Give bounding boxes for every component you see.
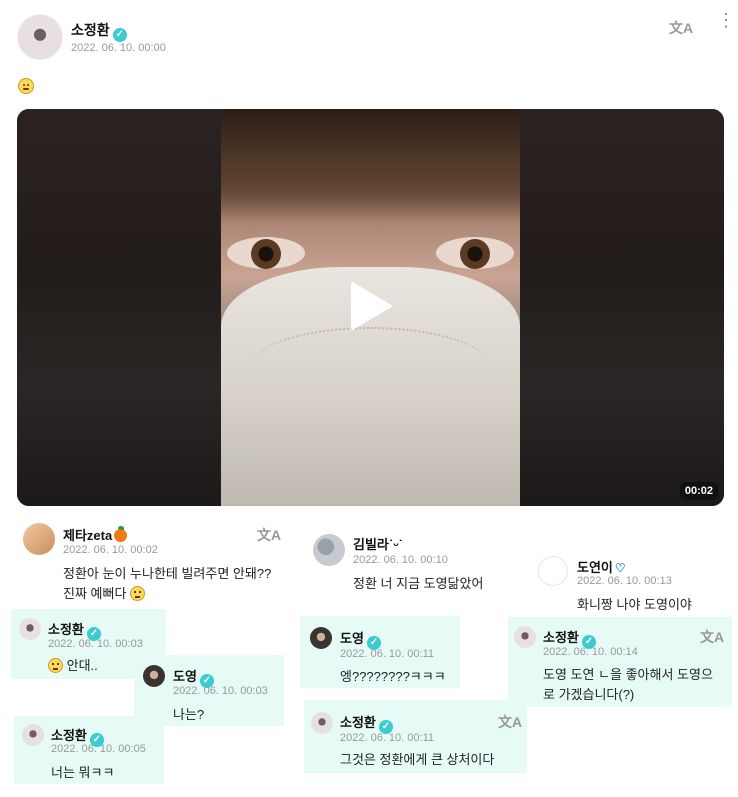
slightly-smiling-face-icon <box>18 78 34 94</box>
commenter-avatar[interactable] <box>538 556 568 586</box>
translate-icon[interactable]: 文A <box>700 627 724 647</box>
comment-item: 제타zeta 文A 2022. 06. 10. 00:02 정환아 눈이 누나한… <box>23 523 303 603</box>
commenter-name-text[interactable]: 제타zeta <box>63 528 112 543</box>
comment-timestamp: 2022. 06. 10. 00:02 <box>63 544 158 556</box>
reply-timestamp: 2022. 06. 10. 00:03 <box>48 638 143 650</box>
replier-avatar[interactable] <box>22 724 44 746</box>
reply-item: 도영 ✓ 2022. 06. 10. 00:11 엥????????ㅋㅋㅋ <box>300 616 460 688</box>
author-name[interactable]: 소정환 ✓ <box>71 20 127 42</box>
post-body <box>18 78 34 99</box>
play-icon[interactable] <box>351 281 393 331</box>
comment-text-line2-text: 진짜 예뻐다 <box>63 586 127 601</box>
comment-item: 김빌라˙ᵕ˙ 2022. 06. 10. 00:10 정환 너 지금 도영닮았어 <box>313 534 533 594</box>
replier-name-text[interactable]: 도영 <box>173 669 197 684</box>
smiling-face-icon <box>130 586 146 601</box>
replier-name-text[interactable]: 소정환 <box>51 728 87 743</box>
replier-name-text[interactable]: 도영 <box>340 631 364 646</box>
reply-item: 소정환 ✓ 2022. 06. 10. 00:05 너는 뭐ㅋㅋ <box>14 716 164 784</box>
reply-item: 소정환 ✓ 文A 2022. 06. 10. 00:14 도영 도연 ㄴ을 좋아해… <box>508 617 732 707</box>
replier-name-text[interactable]: 소정환 <box>48 622 84 637</box>
replier-name-text[interactable]: 소정환 <box>340 715 376 730</box>
reply-timestamp: 2022. 06. 10. 00:03 <box>173 685 268 697</box>
replier-name[interactable]: 도영 ✓ <box>340 628 381 650</box>
commenter-name[interactable]: 도연이 ♡ <box>577 557 626 576</box>
reply-content: 도영 ✓ 2022. 06. 10. 00:11 엥????????ㅋㅋㅋ <box>310 627 458 684</box>
reply-content: 소정환 ✓ 2022. 06. 10. 00:05 너는 뭐ㅋㅋ <box>22 724 162 780</box>
reply-text: 너는 뭐ㅋㅋ <box>51 765 115 780</box>
video-duration: 00:02 <box>679 482 718 500</box>
replier-avatar[interactable] <box>514 626 536 648</box>
orange-emoji-icon <box>114 526 128 542</box>
author-avatar[interactable] <box>17 14 63 60</box>
reply-text: 나는? <box>173 707 205 722</box>
replier-name-text[interactable]: 소정환 <box>543 630 579 645</box>
post-timestamp: 2022. 06. 10. 00:00 <box>71 42 166 54</box>
reply-text-line2: 로 가겠습니다(?) <box>543 687 635 702</box>
commenter-name[interactable]: 제타zeta <box>63 525 128 544</box>
reply-text: 도영 도연 ㄴ을 좋아해서 도영으 <box>543 667 713 682</box>
video-eye-left <box>227 237 305 269</box>
comment-text: 정환아 눈이 누나한테 빌려주면 안돼?? <box>63 566 272 581</box>
reply-text: 그것은 정환에게 큰 상처이다 <box>340 752 495 767</box>
translate-icon[interactable]: 文A <box>669 18 693 38</box>
reply-item: 소정환 ✓ 文A 2022. 06. 10. 00:11 그것은 정환에게 큰 상… <box>304 700 527 773</box>
replier-avatar[interactable] <box>310 627 332 649</box>
commenter-avatar[interactable] <box>313 534 345 566</box>
more-vertical-icon[interactable]: ⋮ <box>717 11 735 29</box>
author-name-text[interactable]: 소정환 <box>71 22 110 38</box>
video-player[interactable]: 00:02 <box>17 109 724 506</box>
comment-timestamp: 2022. 06. 10. 00:13 <box>577 575 672 587</box>
video-blur-left <box>17 109 221 506</box>
translate-icon[interactable]: 文A <box>498 712 522 732</box>
post-header: 소정환 ✓ 2022. 06. 10. 00:00 文A ⋮ <box>17 11 735 62</box>
reply-content: 소정환 ✓ 文A 2022. 06. 10. 00:11 그것은 정환에게 큰 상… <box>311 712 523 767</box>
verified-badge-icon: ✓ <box>112 28 127 42</box>
comment-text: 화니짱 나야 도영이야 <box>577 597 692 612</box>
heart-icon: ♡ <box>614 561 626 575</box>
replier-avatar[interactable] <box>19 618 41 640</box>
comment-text: 정환 너 지금 도영닮았어 <box>353 576 484 591</box>
commenter-avatar[interactable] <box>23 523 55 555</box>
replier-name[interactable]: 소정환 ✓ <box>340 712 393 734</box>
comment-text-line2: 진짜 예뻐다 <box>63 584 146 603</box>
commenter-name[interactable]: 김빌라˙ᵕ˙ <box>353 534 403 553</box>
reply-content: 도영 ✓ 2022. 06. 10. 00:03 나는? <box>143 665 283 722</box>
commenter-name-text[interactable]: 도연이 <box>577 560 613 575</box>
video-eye-right <box>436 237 514 269</box>
replier-avatar[interactable] <box>311 712 333 734</box>
reply-text-content: 안대.. <box>66 658 98 673</box>
reply-text: 엥????????ㅋㅋㅋ <box>340 669 446 684</box>
translate-icon[interactable]: 文A <box>257 525 281 545</box>
smiling-face-icon <box>48 658 63 673</box>
video-blur-right <box>520 109 724 506</box>
reply-text: 안대.. <box>48 656 98 675</box>
reply-timestamp: 2022. 06. 10. 00:14 <box>543 646 638 658</box>
comment-item: 도연이 ♡ 2022. 06. 10. 00:13 화니짱 나야 도영이야 <box>538 556 728 616</box>
reply-timestamp: 2022. 06. 10. 00:05 <box>51 743 146 755</box>
reply-timestamp: 2022. 06. 10. 00:11 <box>340 648 434 660</box>
replier-avatar[interactable] <box>143 665 165 687</box>
video-hair-region <box>221 109 520 219</box>
reply-content: 소정환 ✓ 文A 2022. 06. 10. 00:14 도영 도연 ㄴ을 좋아해… <box>514 626 728 704</box>
reply-timestamp: 2022. 06. 10. 00:11 <box>340 732 434 744</box>
comment-timestamp: 2022. 06. 10. 00:10 <box>353 554 448 566</box>
